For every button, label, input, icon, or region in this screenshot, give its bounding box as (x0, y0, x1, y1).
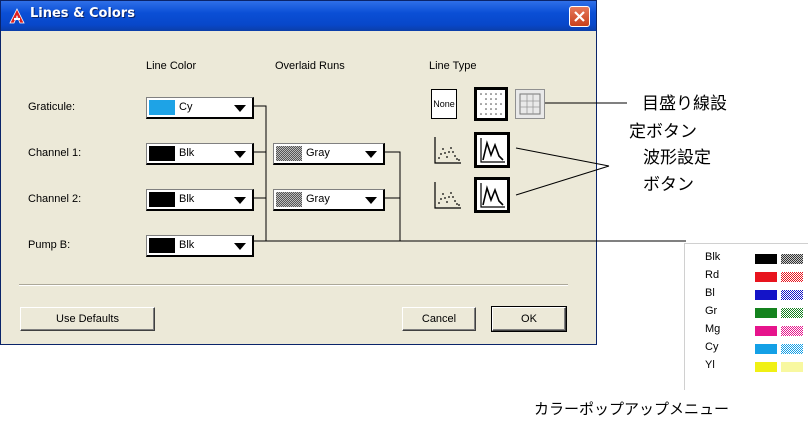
graticule-annotation-line2: 定ボタン (629, 122, 697, 142)
menu-item-mg[interactable]: Mg (685, 323, 808, 339)
color-popup-menu: Blk Rd Bl Gr Mg Cy Yl (684, 243, 808, 390)
menu-item-bl[interactable]: Bl (685, 287, 808, 303)
graticule-annotation-line1: 目盛り線設 (642, 94, 727, 114)
color-swatch (755, 254, 777, 264)
color-swatch (755, 308, 777, 318)
menu-item-yl[interactable]: Yl (685, 359, 808, 375)
menu-item-gr[interactable]: Gr (685, 305, 808, 321)
menu-item-label: Blk (705, 251, 721, 263)
menu-item-label: Cy (705, 341, 719, 353)
color-swatch-light (781, 272, 803, 282)
menu-item-label: Mg (705, 323, 721, 335)
color-swatch (755, 290, 777, 300)
menu-item-label: Yl (705, 359, 715, 371)
color-swatch-light (781, 308, 803, 318)
color-swatch (755, 272, 777, 282)
menu-item-rd[interactable]: Rd (685, 269, 808, 285)
menu-item-label: Rd (705, 269, 720, 281)
waveform-annotation-line2: ボタン (643, 175, 694, 195)
color-swatch-light (781, 326, 803, 336)
color-swatch-light (781, 290, 803, 300)
menu-item-label: Bl (705, 287, 715, 299)
menu-item-blk[interactable]: Blk (685, 251, 808, 267)
color-swatch-light (781, 362, 803, 372)
color-swatch-light (781, 254, 803, 264)
color-swatch-light (781, 344, 803, 354)
menu-item-label: Gr (705, 305, 718, 317)
color-swatch (755, 362, 777, 372)
waveform-annotation-line1: 波形設定 (643, 148, 711, 168)
color-menu-caption: カラーポップアップメニュー (534, 400, 730, 418)
color-swatch (755, 326, 777, 336)
color-swatch (755, 344, 777, 354)
menu-item-cy[interactable]: Cy (685, 341, 808, 357)
